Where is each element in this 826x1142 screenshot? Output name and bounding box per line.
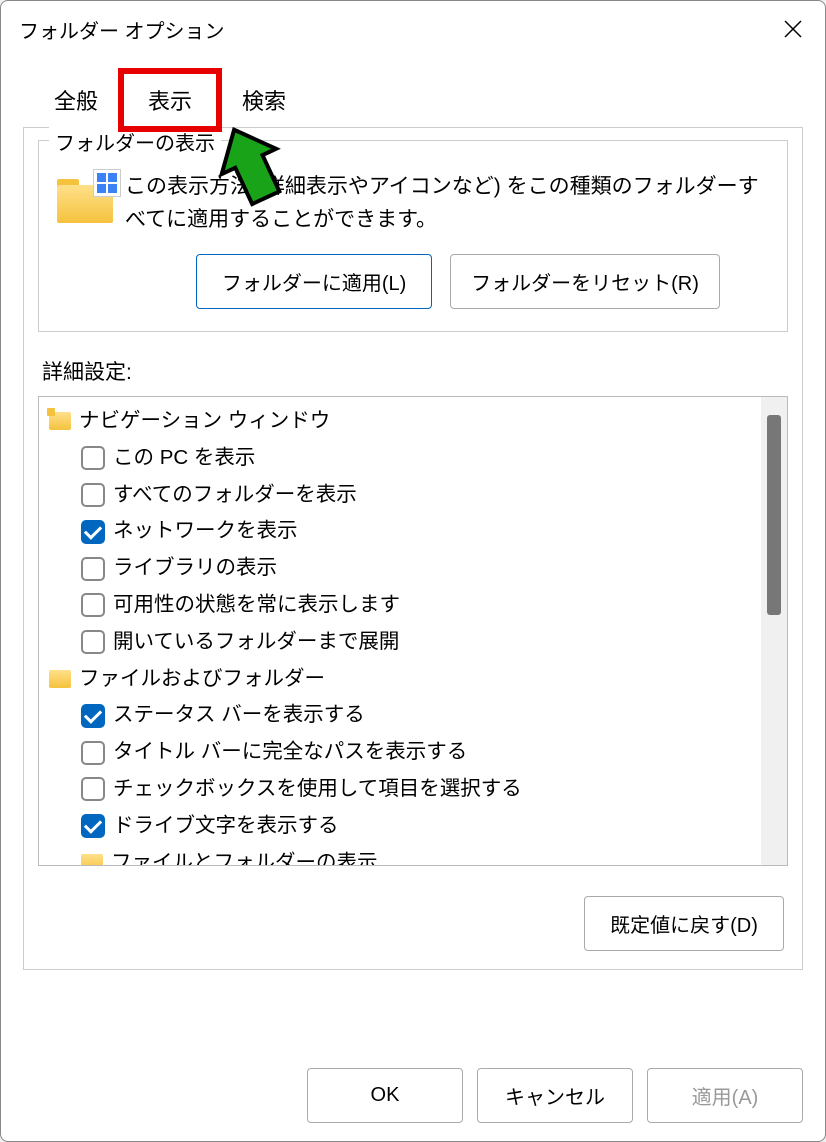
- dialog-footer: OK キャンセル 適用(A): [1, 1054, 825, 1141]
- checkbox[interactable]: [81, 777, 105, 801]
- tree-group-file-folder-display[interactable]: ファイルとフォルダーの表示: [43, 845, 757, 865]
- close-icon: [784, 20, 802, 38]
- tree-item-status-bar[interactable]: ステータス バーを表示する: [43, 697, 757, 734]
- checkbox[interactable]: [81, 593, 105, 617]
- tree-item-show-network[interactable]: ネットワークを表示: [43, 513, 757, 550]
- tree-group-label: ファイルとフォルダーの表示: [111, 847, 378, 865]
- tree-item-checkbox-select[interactable]: チェックボックスを使用して項目を選択する: [43, 771, 757, 808]
- tree-folder-icon: [49, 670, 71, 688]
- checkbox[interactable]: [81, 814, 105, 838]
- tree-item-show-libraries[interactable]: ライブラリの表示: [43, 550, 757, 587]
- tree-item-drive-letters[interactable]: ドライブ文字を表示する: [43, 808, 757, 845]
- tree-item-label: チェックボックスを使用して項目を選択する: [113, 773, 522, 806]
- tree-item-show-all-folders[interactable]: すべてのフォルダーを表示: [43, 477, 757, 514]
- folder-views-desc-row: この表示方法 (詳細表示やアイコンなど) をこの種類のフォルダーすべてに適用する…: [55, 171, 771, 236]
- tree-group-label: ナビゲーション ウィンドウ: [79, 405, 330, 438]
- tab-view-label: 表示: [148, 89, 192, 114]
- tree-item-label: ステータス バーを表示する: [113, 699, 365, 732]
- tree-group-label: ファイルおよびフォルダー: [79, 663, 325, 696]
- tree-scrollbar[interactable]: [761, 397, 787, 865]
- checkbox[interactable]: [81, 704, 105, 728]
- cancel-button[interactable]: キャンセル: [477, 1068, 633, 1123]
- reset-folders-button[interactable]: フォルダーをリセット(R): [450, 254, 720, 309]
- advanced-settings-label: 詳細設定:: [42, 356, 788, 386]
- folder-icon: [55, 171, 119, 227]
- tree-group-files-folders[interactable]: ファイルおよびフォルダー: [43, 661, 757, 698]
- tree-content: ナビゲーション ウィンドウ この PC を表示 すべてのフォルダーを表示 ネット…: [39, 397, 761, 865]
- ok-button[interactable]: OK: [307, 1068, 463, 1123]
- checkbox[interactable]: [81, 630, 105, 654]
- tree-folder-icon: [81, 854, 103, 865]
- tree-item-label: ドライブ文字を表示する: [113, 810, 339, 843]
- tree-item-label: この PC を表示: [113, 442, 255, 475]
- tree-item-label: 開いているフォルダーまで展開: [113, 626, 399, 659]
- folder-views-buttons: フォルダーに適用(L) フォルダーをリセット(R): [145, 254, 771, 309]
- restore-defaults-row: 既定値に戻す(D): [38, 896, 788, 951]
- folder-views-desc: この表示方法 (詳細表示やアイコンなど) をこの種類のフォルダーすべてに適用する…: [125, 171, 771, 236]
- folder-views-group-title: フォルダーの表示: [49, 127, 221, 156]
- tree-item-full-path-titlebar[interactable]: タイトル バーに完全なパスを表示する: [43, 734, 757, 771]
- checkbox[interactable]: [81, 741, 105, 765]
- close-button[interactable]: [775, 11, 811, 47]
- checkbox[interactable]: [81, 483, 105, 507]
- checkbox[interactable]: [81, 520, 105, 544]
- tree-item-expand-open-folder[interactable]: 開いているフォルダーまで展開: [43, 624, 757, 661]
- tab-search[interactable]: 検索: [217, 73, 311, 127]
- tree-item-label: タイトル バーに完全なパスを表示する: [113, 736, 467, 769]
- advanced-settings-tree[interactable]: ナビゲーション ウィンドウ この PC を表示 すべてのフォルダーを表示 ネット…: [38, 396, 788, 866]
- window-title: フォルダー オプション: [19, 15, 225, 44]
- folder-views-group: フォルダーの表示 この表示方法 (詳細表示やアイコンなど) をこの種類のフォルダ…: [38, 140, 788, 332]
- apply-to-folders-button[interactable]: フォルダーに適用(L): [196, 254, 432, 309]
- titlebar: フォルダー オプション: [1, 1, 825, 57]
- tree-item-label: すべてのフォルダーを表示: [113, 479, 357, 512]
- tree-item-label: ライブラリの表示: [113, 552, 277, 585]
- tree-group-navigation[interactable]: ナビゲーション ウィンドウ: [43, 403, 757, 440]
- tree-item-show-this-pc[interactable]: この PC を表示: [43, 440, 757, 477]
- tree-item-label: 可用性の状態を常に表示します: [113, 589, 400, 622]
- tab-strip: 全般 表示 検索: [1, 57, 825, 127]
- restore-defaults-button[interactable]: 既定値に戻す(D): [584, 896, 784, 951]
- tree-item-label: ネットワークを表示: [113, 515, 298, 548]
- tree-folder-icon: [49, 412, 71, 430]
- tab-view[interactable]: 表示: [123, 73, 217, 127]
- checkbox[interactable]: [81, 557, 105, 581]
- tab-general[interactable]: 全般: [29, 73, 123, 127]
- folder-options-dialog: フォルダー オプション 全般 表示 検索 フォルダーの表示: [0, 0, 826, 1142]
- tab-panel-view: フォルダーの表示 この表示方法 (詳細表示やアイコンなど) をこの種類のフォルダ…: [23, 127, 803, 970]
- tree-item-availability-status[interactable]: 可用性の状態を常に表示します: [43, 587, 757, 624]
- scroll-thumb[interactable]: [767, 415, 781, 615]
- apply-button[interactable]: 適用(A): [647, 1068, 803, 1123]
- checkbox[interactable]: [81, 446, 105, 470]
